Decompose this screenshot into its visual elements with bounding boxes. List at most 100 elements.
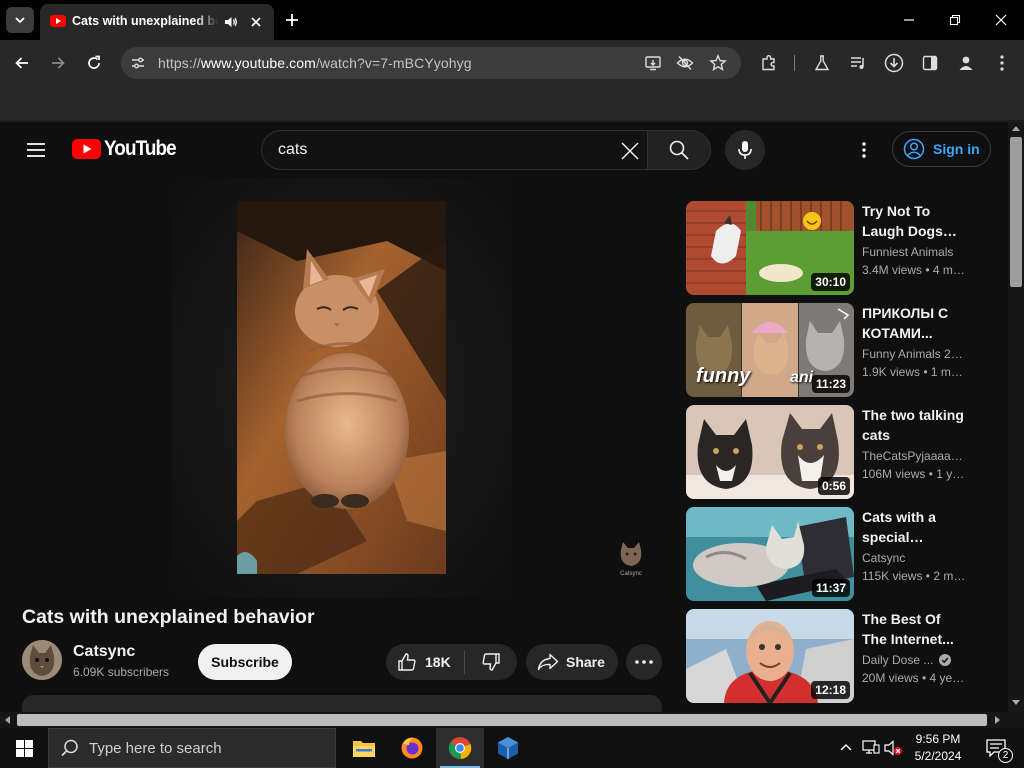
like-count: 18K [425, 654, 451, 670]
dislike-button[interactable] [465, 644, 517, 680]
more-actions-button[interactable] [626, 644, 662, 680]
media-control-button[interactable] [844, 49, 872, 77]
star-icon[interactable] [709, 54, 727, 72]
profile-button[interactable] [952, 49, 980, 77]
related-channel[interactable]: Funniest Animals [862, 245, 966, 259]
related-thumbnail[interactable]: 12:18 [686, 609, 854, 703]
tab-search-button[interactable] [6, 7, 34, 33]
related-meta: 106M views • 1 year ago [862, 467, 966, 481]
sign-in-label: Sign in [933, 141, 980, 157]
notification-center-button[interactable]: 2 [976, 728, 1016, 768]
related-channel[interactable]: TheCatsPyjaaaamas [862, 449, 966, 463]
description-box[interactable] [22, 695, 662, 712]
scroll-down-arrow-icon[interactable] [1012, 700, 1020, 706]
clear-icon[interactable] [620, 141, 640, 161]
address-bar[interactable]: https://www.youtube.com/watch?v=7-mBCYyo… [121, 47, 741, 79]
share-button[interactable]: Share [526, 644, 618, 680]
browser-toolbar: https://www.youtube.com/watch?v=7-mBCYyo… [0, 40, 1024, 86]
video-title: Cats with unexplained behavior [22, 606, 315, 628]
scroll-left-arrow-icon[interactable] [4, 716, 10, 724]
related-thumbnail[interactable]: 11:37 [686, 507, 854, 601]
taskbar-chrome[interactable] [436, 728, 484, 768]
thumbs-down-icon [482, 653, 500, 671]
back-button[interactable] [8, 49, 36, 77]
file-explorer-icon [353, 741, 375, 757]
youtube-masthead: YouTube cats Sign in [0, 122, 1008, 178]
labs-button[interactable] [808, 49, 836, 77]
start-button[interactable] [0, 728, 48, 768]
related-channel[interactable]: Funny Animals 2024 [862, 347, 966, 361]
new-tab-button[interactable] [280, 8, 304, 32]
taskbar-file-explorer[interactable] [340, 728, 388, 768]
scroll-right-arrow-icon[interactable] [995, 716, 1001, 724]
related-video-item[interactable]: 11:37 Cats with a special mindset Catsyn… [686, 507, 1008, 601]
related-meta: 20M views • 4 years ago [862, 671, 966, 685]
guide-button[interactable] [20, 134, 52, 166]
more-icon [635, 660, 653, 664]
close-icon[interactable] [250, 16, 262, 28]
side-panel-button[interactable] [916, 49, 944, 77]
related-thumbnail[interactable]: funny ani 11:23 [686, 303, 854, 397]
related-channel[interactable]: Daily Dose ... [862, 653, 966, 667]
clock-time: 9:56 PM [915, 732, 961, 746]
forward-button[interactable] [44, 49, 72, 77]
channel-avatar[interactable] [22, 640, 62, 680]
related-video-item[interactable]: 30:10 Try Not To Laugh Dogs And Cats Fun… [686, 201, 1008, 295]
horizontal-scrollbar-thumb[interactable] [17, 714, 987, 726]
thumbs-up-icon [398, 653, 416, 671]
taskbar-search-box[interactable]: Type here to search [48, 728, 336, 768]
taskbar-virtualbox[interactable] [484, 728, 532, 768]
search-button[interactable] [647, 130, 711, 170]
cat-video-frame [237, 201, 446, 574]
voice-search-button[interactable] [725, 130, 765, 170]
volume-muted-icon[interactable] [884, 740, 904, 756]
youtube-logo-text: YouTube [104, 137, 177, 160]
browser-tab-active[interactable]: Cats with unexplained behavior - YouTube [40, 4, 274, 40]
related-title[interactable]: The two talking cats [862, 405, 966, 445]
speaker-icon[interactable] [224, 15, 238, 29]
video-player[interactable]: Catsync [22, 178, 662, 598]
related-title[interactable]: ПРИКОЛЫ С КОТАМИ... [862, 303, 966, 343]
search-input[interactable]: cats [261, 130, 647, 170]
related-video-item[interactable]: funny ani 11:23 ПРИКОЛЫ С КОТАМИ... Funn… [686, 303, 1008, 397]
close-window-button[interactable] [978, 6, 1024, 34]
channel-name[interactable]: Catsync [73, 643, 135, 661]
video-frame[interactable] [237, 201, 446, 574]
scroll-up-arrow-icon[interactable] [1012, 125, 1020, 131]
download-button[interactable] [880, 49, 908, 77]
taskbar-firefox[interactable] [388, 728, 436, 768]
taskbar-search-placeholder: Type here to search [89, 739, 222, 757]
site-settings-icon[interactable] [130, 55, 146, 71]
firefox-icon [401, 737, 423, 759]
labs-icon [814, 55, 830, 71]
subscribe-button[interactable]: Subscribe [198, 644, 292, 680]
video-duration: 0:56 [817, 477, 850, 495]
like-button[interactable]: 18K [386, 644, 464, 680]
related-thumbnail[interactable]: 0:56 [686, 405, 854, 499]
related-title[interactable]: Try Not To Laugh Dogs And Cats [862, 201, 966, 241]
eye-off-icon[interactable] [676, 54, 694, 72]
settings-menu-button[interactable] [852, 136, 876, 164]
browser-menu-button[interactable] [988, 49, 1016, 77]
sign-in-button[interactable]: Sign in [892, 131, 991, 167]
reload-button[interactable] [80, 49, 108, 77]
install-icon[interactable] [644, 54, 662, 72]
related-thumbnail[interactable]: 30:10 [686, 201, 854, 295]
chevron-up-icon[interactable] [840, 742, 852, 754]
forward-icon [52, 57, 65, 69]
related-video-item[interactable]: 12:18 The Best Of The Internet... Daily … [686, 609, 1008, 703]
related-video-item[interactable]: 0:56 The two talking cats TheCatsPyjaaaa… [686, 405, 1008, 499]
vertical-scrollbar-thumb[interactable] [1010, 137, 1022, 287]
restore-button[interactable] [932, 6, 978, 34]
taskbar-clock[interactable]: 9:56 PM 5/2/2024 [905, 731, 971, 765]
channel-watermark[interactable]: Catsync [616, 540, 646, 580]
youtube-logo[interactable]: YouTube [72, 137, 184, 161]
related-channel[interactable]: Catsync [862, 551, 966, 565]
minimize-button[interactable] [886, 6, 932, 34]
bookmarks-bar [0, 86, 1024, 120]
extensions-button[interactable] [755, 49, 783, 77]
related-title[interactable]: The Best Of The Internet... [862, 609, 966, 649]
network-icon[interactable] [862, 740, 880, 756]
related-title[interactable]: Cats with a special mindset [862, 507, 966, 547]
watermark-label: Catsync [620, 571, 642, 577]
